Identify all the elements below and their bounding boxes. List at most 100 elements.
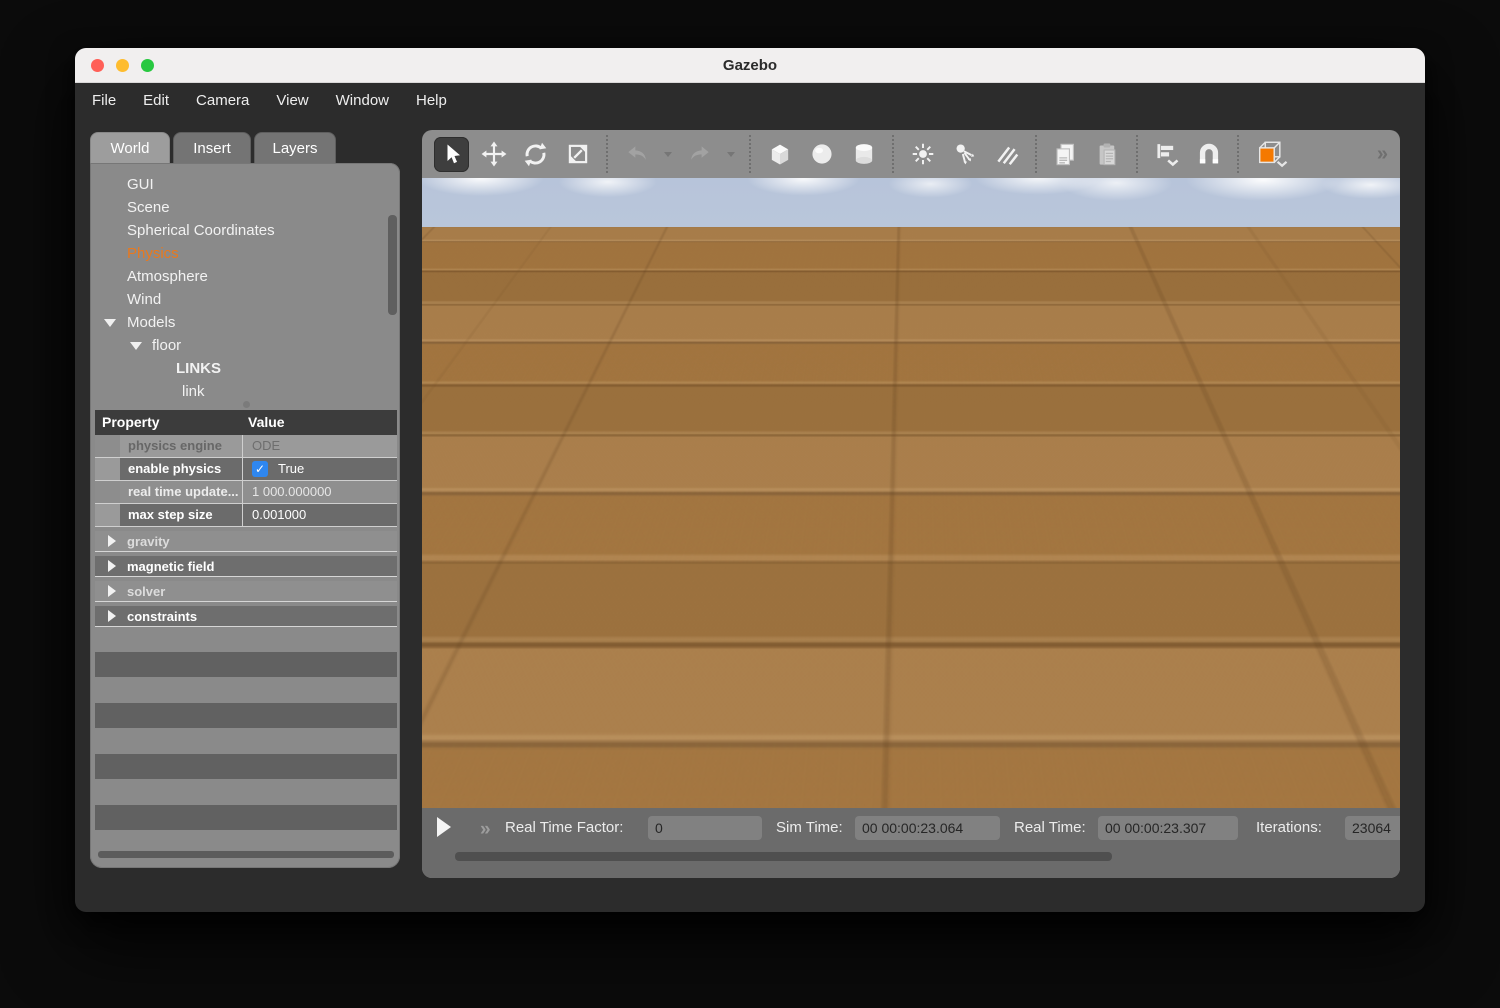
- change-view-button[interactable]: [1250, 137, 1294, 172]
- real-time-factor-label: Real Time Factor:: [505, 819, 623, 836]
- titlebar: Gazebo: [75, 48, 1425, 83]
- tree-item-models[interactable]: Models: [127, 311, 175, 334]
- empty-row: [95, 652, 397, 677]
- rear-right-leg: [948, 456, 957, 482]
- undo-icon: [624, 141, 650, 167]
- render-viewport[interactable]: [422, 178, 1400, 808]
- real-time-update-value[interactable]: 1 000.000000: [242, 481, 397, 503]
- undo-history-dropdown[interactable]: [661, 137, 675, 172]
- snap-tool-button[interactable]: [1191, 137, 1226, 172]
- redo-icon: [687, 141, 713, 167]
- property-row-physics-engine[interactable]: physics engine ODE: [95, 435, 397, 458]
- property-row-enable-physics[interactable]: enable physics ✓True: [95, 458, 397, 481]
- toolbar-separator: [1035, 135, 1037, 173]
- empty-row: [95, 754, 397, 779]
- select-tool-button[interactable]: [434, 137, 469, 172]
- undo-button[interactable]: [619, 137, 654, 172]
- menu-camera[interactable]: Camera: [196, 92, 249, 109]
- paste-button[interactable]: [1090, 137, 1125, 172]
- drone-shadow: [851, 499, 971, 513]
- expander-right-icon[interactable]: [108, 560, 116, 572]
- enable-physics-value: ✓True: [242, 458, 397, 480]
- tab-insert[interactable]: Insert: [173, 132, 251, 163]
- property-row-real-time-update[interactable]: real time update... 1 000.000000: [95, 481, 397, 504]
- expander-down-icon[interactable]: [104, 319, 116, 327]
- box-icon: [766, 140, 794, 168]
- menu-window[interactable]: Window: [336, 92, 389, 109]
- tab-layers[interactable]: Layers: [254, 132, 336, 163]
- menubar: File Edit Camera View Window Help: [75, 83, 1425, 118]
- tree-item-spherical-coordinates[interactable]: Spherical Coordinates: [127, 219, 275, 242]
- translate-tool-button[interactable]: [476, 137, 511, 172]
- physics-engine-value[interactable]: ODE: [242, 435, 397, 457]
- menu-edit[interactable]: Edit: [143, 92, 169, 109]
- insert-sphere-button[interactable]: [804, 137, 839, 172]
- empty-row: [95, 805, 397, 830]
- sim-time-label: Sim Time:: [776, 819, 843, 836]
- real-time-factor-value[interactable]: 0: [648, 816, 762, 840]
- panel-horizontal-scrollbar[interactable]: [98, 851, 394, 858]
- scale-icon: [565, 141, 591, 167]
- tree-item-links[interactable]: LINKS: [176, 357, 221, 380]
- rotate-icon: [522, 141, 549, 168]
- value-column-header: Value: [248, 414, 285, 430]
- tree-item-link[interactable]: link: [182, 380, 205, 403]
- point-light-icon: [910, 141, 936, 167]
- property-group-gravity[interactable]: gravity: [95, 531, 397, 552]
- render-view-area: »: [422, 130, 1400, 878]
- copy-button[interactable]: [1048, 137, 1083, 172]
- tree-vertical-scrollbar[interactable]: [388, 215, 397, 315]
- tree-item-floor[interactable]: floor: [152, 334, 181, 357]
- property-column-header: Property: [102, 414, 160, 430]
- toolbar-separator: [1136, 135, 1138, 173]
- tree-item-wind[interactable]: Wind: [127, 288, 161, 311]
- toolbar-overflow-button[interactable]: »: [1377, 143, 1386, 166]
- front-left-leg: [841, 462, 854, 498]
- expander-right-icon[interactable]: [108, 535, 116, 547]
- insert-cylinder-button[interactable]: [846, 137, 881, 172]
- chevron-down-icon: [664, 152, 672, 157]
- insert-directional-light-button[interactable]: [989, 137, 1024, 172]
- viewport-horizontal-scrollbar[interactable]: [455, 852, 1112, 861]
- play-pause-button[interactable]: [437, 817, 451, 837]
- physics-property-table: Property Value physics engine ODE enable…: [95, 410, 397, 627]
- real-time-value: 00 00:00:23.307: [1098, 816, 1238, 840]
- tree-item-gui[interactable]: GUI: [127, 173, 154, 196]
- chevron-down-icon: [727, 152, 735, 157]
- tree-item-scene[interactable]: Scene: [127, 196, 170, 219]
- tree-item-physics[interactable]: Physics: [127, 242, 179, 265]
- rotate-tool-button[interactable]: [518, 137, 553, 172]
- tree-item-atmosphere[interactable]: Atmosphere: [127, 265, 208, 288]
- enable-physics-checkbox[interactable]: ✓: [252, 461, 268, 477]
- horizon-haze: [422, 227, 1400, 287]
- directional-light-icon: [994, 141, 1020, 167]
- expander-right-icon[interactable]: [108, 610, 116, 622]
- insert-box-button[interactable]: [762, 137, 797, 172]
- expander-right-icon[interactable]: [108, 585, 116, 597]
- redo-history-dropdown[interactable]: [724, 137, 738, 172]
- property-group-constraints[interactable]: constraints: [95, 606, 397, 627]
- property-group-solver[interactable]: solver: [95, 581, 397, 602]
- scale-tool-button[interactable]: [560, 137, 595, 172]
- insert-point-light-button[interactable]: [905, 137, 940, 172]
- tab-world[interactable]: World: [90, 132, 170, 163]
- menu-help[interactable]: Help: [416, 92, 447, 109]
- redo-button[interactable]: [682, 137, 717, 172]
- menu-file[interactable]: File: [92, 92, 116, 109]
- copy-icon: [1052, 141, 1079, 168]
- insert-spot-light-button[interactable]: [947, 137, 982, 172]
- toolbar-separator: [1237, 135, 1239, 173]
- move-icon: [481, 141, 507, 167]
- property-group-magnetic-field[interactable]: magnetic field: [95, 556, 397, 577]
- splitter-handle[interactable]: [243, 401, 250, 408]
- statusbar-expand-button[interactable]: »: [474, 818, 495, 842]
- menu-view[interactable]: View: [276, 92, 308, 109]
- quadcopter-model[interactable]: [795, 406, 1035, 516]
- property-row-max-step-size[interactable]: max step size 0.001000: [95, 504, 397, 527]
- toolbar-separator: [892, 135, 894, 173]
- toolbar-separator: [749, 135, 751, 173]
- max-step-size-value[interactable]: 0.001000: [242, 504, 397, 526]
- iterations-label: Iterations:: [1256, 819, 1322, 836]
- expander-down-icon[interactable]: [130, 342, 142, 350]
- align-tool-button[interactable]: [1149, 137, 1184, 172]
